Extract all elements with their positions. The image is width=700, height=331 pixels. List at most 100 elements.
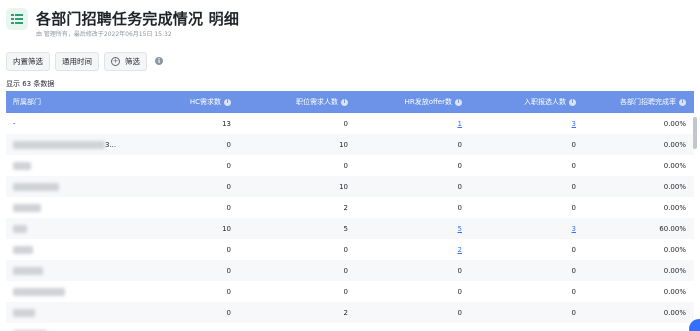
cell-dept	[13, 218, 153, 239]
cell-entry: 0	[571, 245, 576, 254]
cell-pos: 2	[343, 308, 348, 317]
cell-dept	[13, 155, 153, 176]
column-header[interactable]: HR发放offer数 i	[366, 91, 462, 113]
cell-hc: 0	[226, 182, 231, 191]
cell-rate: 0.00%	[663, 245, 686, 254]
column-info-icon[interactable]: i	[569, 98, 576, 106]
column-header-label: 职位需求人数	[296, 98, 338, 106]
cell-rate: 0.00%	[663, 308, 686, 317]
cell-dept	[13, 176, 153, 197]
table-row[interactable]: 0 2 0 0 0.00%	[6, 302, 694, 323]
cell-hc: 10	[222, 224, 231, 233]
cell-offer: 0	[457, 182, 462, 191]
table-scrollbar[interactable]	[693, 117, 697, 149]
cell-rate: 0.00%	[663, 119, 686, 128]
column-info-icon[interactable]: i	[679, 98, 686, 106]
dept-text: 3...	[105, 140, 117, 149]
column-header[interactable]: 各部门招聘完成率 i	[596, 91, 686, 113]
table-row[interactable]: 10 5 5 3 60.00%	[6, 218, 694, 239]
redacted-dept-name	[13, 308, 35, 317]
column-info-icon[interactable]: i	[224, 98, 231, 106]
cell-offer: 0	[366, 323, 462, 331]
cell-rate: 0.00%	[663, 182, 686, 191]
dept-text: -	[13, 119, 16, 128]
cell-offer[interactable]: 1	[366, 113, 462, 134]
table-row[interactable]: 0 0 0 0 0.00%	[6, 281, 694, 302]
cell-offer: 0	[457, 203, 462, 212]
cell-offer[interactable]: 5	[366, 218, 462, 239]
column-header[interactable]: 入职报选人数 i	[481, 91, 576, 113]
cell-rate: 0.00%	[663, 287, 686, 296]
cell-dept	[13, 197, 153, 218]
column-header[interactable]: 职位需求人数 i	[251, 91, 348, 113]
table-row[interactable]: 0 0 2 0 0.00%	[6, 239, 694, 260]
cell-offer[interactable]: 2	[366, 239, 462, 260]
cell-pos: 0	[251, 323, 348, 331]
cell-hc: 13	[222, 119, 231, 128]
inner-filter-button[interactable]: 内置筛选	[6, 51, 50, 71]
redacted-dept-name	[13, 266, 43, 275]
cell-hc: 0	[136, 323, 231, 331]
table-row[interactable]: 3... 0 10 0 0 0.00%	[6, 134, 694, 155]
column-header-label: HR发放offer数	[404, 98, 452, 106]
column-info-icon[interactable]: i	[455, 98, 462, 106]
dashboard-app-icon	[6, 8, 28, 30]
add-filter-button[interactable]: + 筛选	[104, 51, 147, 71]
column-header-label: 所属部门	[13, 98, 41, 106]
data-table: 所属部门 HC需求数 i 职位需求人数 i HR发放offer数 i 入职报选人数 i 各部门招聘…	[6, 91, 694, 331]
plus-icon: +	[111, 56, 120, 66]
page-meta: 由 管理所有，最后修改于2022年06月15日 15:32	[36, 31, 172, 38]
table-row[interactable]: - 13 0 1 3 0.00%	[6, 113, 694, 134]
redacted-dept-name	[13, 161, 31, 170]
table-row[interactable]: 0 0 0 0 0.00%	[6, 155, 694, 176]
cell-dept	[13, 260, 153, 281]
redacted-dept-name	[13, 287, 65, 296]
cell-offer: 0	[457, 287, 462, 296]
cell-pos: 2	[343, 203, 348, 212]
cell-rate: 0.00%	[663, 203, 686, 212]
cell-entry: 0	[571, 266, 576, 275]
cell-entry: 0	[481, 323, 576, 331]
cell-pos: 0	[343, 119, 348, 128]
cell-pos: 0	[343, 245, 348, 254]
table-row[interactable]: 0 0 0 0 0.00%	[6, 323, 694, 331]
column-info-icon[interactable]: i	[341, 98, 348, 106]
cell-hc: 0	[226, 287, 231, 296]
cell-hc: 0	[226, 245, 231, 254]
table-header: 所属部门 HC需求数 i 职位需求人数 i HR发放offer数 i 入职报选人数 i 各部门招聘…	[6, 91, 694, 113]
cell-offer: 0	[457, 161, 462, 170]
redacted-dept-name	[13, 203, 41, 212]
cell-entry: 0	[571, 182, 576, 191]
column-header-label: HC需求数	[189, 98, 221, 106]
favorite-star-icon[interactable]: ☆	[211, 8, 224, 26]
time-filter-button[interactable]: 通用时间	[55, 51, 99, 71]
cell-entry: 0	[571, 161, 576, 170]
cell-offer: 0	[457, 266, 462, 275]
cell-entry[interactable]: 3	[481, 218, 576, 239]
page-title: 各部门招聘任务完成情况 明细	[36, 10, 240, 28]
column-header[interactable]: 所属部门	[13, 91, 153, 113]
cell-dept: -	[13, 113, 153, 134]
column-header[interactable]: HC需求数 i	[136, 91, 231, 113]
cell-rate: 0.00%	[663, 161, 686, 170]
cell-dept: 3...	[13, 134, 153, 155]
cell-pos: 0	[343, 161, 348, 170]
cell-rate: 0.00%	[596, 323, 686, 331]
cell-dept	[13, 302, 153, 323]
cell-hc: 0	[226, 140, 231, 149]
cell-entry[interactable]: 3	[481, 113, 576, 134]
cell-hc: 0	[226, 161, 231, 170]
cell-dept	[13, 281, 153, 302]
redacted-dept-name	[13, 182, 59, 191]
cell-offer: 0	[457, 140, 462, 149]
info-icon[interactable]: i	[155, 57, 163, 65]
table-row[interactable]: 0 10 0 0 0.00%	[6, 176, 694, 197]
table-row[interactable]: 0 2 0 0 0.00%	[6, 197, 694, 218]
cell-hc: 0	[226, 203, 231, 212]
redacted-dept-name	[13, 224, 27, 233]
redacted-dept-name	[13, 140, 105, 149]
cell-pos: 0	[343, 287, 348, 296]
cell-rate: 0.00%	[663, 266, 686, 275]
table-row[interactable]: 0 0 0 0 0.00%	[6, 260, 694, 281]
cell-entry: 0	[571, 140, 576, 149]
